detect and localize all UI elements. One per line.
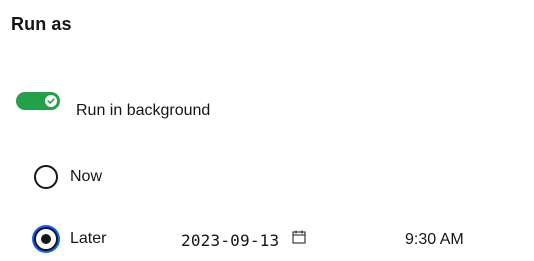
radio-label-later: Later [70,230,107,247]
calendar-icon[interactable] [291,229,307,245]
section-title: Run as [11,14,72,34]
time-picker[interactable]: 9:30 AM [405,229,464,251]
radio-selected-dot [41,234,51,244]
toggle-label: Run in background [76,102,211,119]
toggle-check-icon [45,95,57,107]
radio-option-later[interactable]: Later [34,227,106,251]
run-as-panel: Run as Run in background Now Later 2023-… [0,0,534,261]
date-picker[interactable]: 2023-09-13 [181,229,307,251]
run-in-background-toggle-row[interactable]: Run in background [16,92,210,120]
radio-option-now[interactable]: Now [34,165,102,189]
run-in-background-toggle[interactable] [16,92,60,110]
date-value[interactable]: 2023-09-13 [181,231,279,250]
radio-now[interactable] [34,165,58,189]
radio-later[interactable] [34,227,58,251]
radio-label-now: Now [70,168,103,185]
